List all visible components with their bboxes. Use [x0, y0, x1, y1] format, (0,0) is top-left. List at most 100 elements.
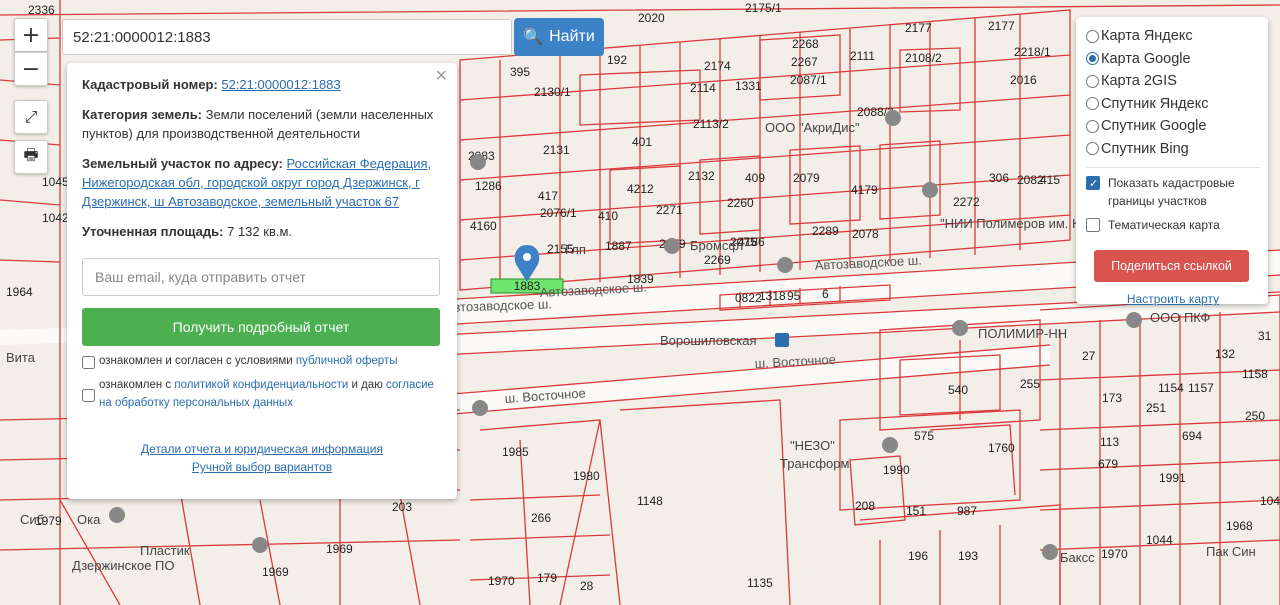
search-button[interactable]: 🔍 Найти	[514, 18, 604, 56]
report-details-link[interactable]: Детали отчета и юридическая информация	[82, 440, 442, 458]
plot-number: 2076/1	[540, 206, 577, 220]
plot-number: 1887	[605, 239, 632, 253]
layer-radio[interactable]	[1086, 97, 1099, 111]
divider	[1086, 167, 1260, 168]
plot-number: 1760	[988, 441, 1015, 455]
thematic-map-label: Тематическая карта	[1108, 218, 1220, 232]
plot-number: 27	[1082, 349, 1096, 363]
plot-number: 192	[607, 53, 627, 67]
area-value: 7 132 кв.м.	[227, 224, 293, 239]
plot-number: 1286	[475, 179, 502, 193]
plot-number: 95	[787, 289, 801, 303]
poi-label: Сиб	[20, 512, 44, 527]
fullscreen-icon[interactable]: ⤢	[14, 100, 48, 134]
poi-label: Дзержинское ПО	[72, 558, 175, 573]
layer-radio[interactable]	[1086, 119, 1099, 133]
poi-label: Пак Син	[1206, 544, 1256, 559]
search-box	[62, 19, 512, 55]
zoom-in-button[interactable]: +	[14, 18, 48, 52]
get-report-button[interactable]: Получить подробный отчет	[82, 308, 440, 346]
show-boundaries-option[interactable]: Показать кадастровые границы участков	[1086, 174, 1260, 210]
poi-label: Трансформ	[780, 456, 850, 471]
plot-number: 1148	[637, 494, 663, 508]
layer-option[interactable]: Карта Google	[1086, 48, 1260, 71]
plot-number: 193	[958, 549, 978, 563]
privacy-consent: ознакомлен с политикой конфиденциальност…	[82, 376, 442, 412]
plot-number: 250	[1245, 409, 1265, 423]
plot-number: 2267	[791, 55, 818, 69]
offer-consent: ознакомлен и согласен с условиями публич…	[82, 352, 442, 370]
plot-number: 2132	[688, 169, 715, 183]
plot-number: 694	[1182, 429, 1202, 443]
plot-number: 4179	[851, 183, 878, 197]
plot-number: 1968	[1226, 519, 1253, 533]
layer-option-label: Спутник Google	[1101, 118, 1207, 135]
print-icon[interactable]: 🖶	[14, 140, 48, 174]
panel-links: Детали отчета и юридическая информация Р…	[82, 440, 442, 476]
plot-number: 2269	[704, 253, 731, 267]
map-layers-panel: Карта Яндекс Карта Google Карта 2GIS Спутни…	[1076, 17, 1268, 306]
public-offer-link[interactable]: публичной оферты	[296, 355, 398, 367]
search-button-label: Найти	[549, 28, 595, 45]
configure-map-link[interactable]: Настроить карту	[1086, 292, 1260, 306]
plot-number: 2174	[704, 59, 731, 73]
close-icon[interactable]: ×	[435, 66, 447, 86]
manual-selection-link[interactable]: Ручной выбор вариантов	[82, 458, 442, 476]
thematic-map-option[interactable]: Тематическая карта	[1086, 216, 1260, 234]
layer-option[interactable]: Спутник Google	[1086, 115, 1260, 138]
land-category-row: Категория земель: Земли поселений (земли…	[82, 105, 442, 143]
privacy-consent-checkbox[interactable]	[82, 379, 95, 412]
plot-number: 179	[537, 571, 557, 585]
plot-number: 2020	[638, 11, 665, 25]
plot-number: 2272	[953, 195, 980, 209]
plot-number: 395	[510, 65, 530, 79]
plot-info-panel: × Кадастровый номер: 52:21:0000012:1883 …	[67, 63, 457, 499]
cadastral-number-row: Кадастровый номер: 52:21:0000012:1883	[82, 75, 442, 94]
layer-radio[interactable]	[1086, 52, 1099, 66]
layer-option[interactable]: Спутник Bing	[1086, 138, 1260, 161]
plot-number: 2289	[812, 224, 839, 238]
show-boundaries-checkbox[interactable]	[1086, 175, 1100, 193]
plot-number: 2218/1	[1014, 45, 1051, 59]
cadastral-number-link[interactable]: 52:21:0000012:1883	[221, 77, 340, 92]
plot-number: 0822	[735, 291, 762, 305]
plot-number: 401	[632, 135, 652, 149]
plot-number: 203	[392, 500, 412, 514]
plot-number: 2078	[852, 227, 879, 241]
address-row: Земельный участок по адресу: Российская …	[82, 154, 442, 211]
plot-number: 540	[948, 383, 968, 397]
poi-label: Баксс	[1060, 550, 1095, 565]
show-boundaries-label: Показать кадастровые границы участков	[1108, 176, 1235, 208]
email-field[interactable]	[82, 258, 440, 296]
plot-number: 2079	[793, 171, 820, 185]
plot-number: 417	[538, 189, 558, 203]
base-layer-options: Карта Яндекс Карта Google Карта 2GIS Спутни…	[1086, 25, 1260, 160]
plot-number: 1135	[747, 576, 773, 590]
plot-number: 2336	[28, 3, 55, 17]
plot-number: 1045	[42, 175, 69, 189]
privacy-policy-link[interactable]: политикой конфиденциальности	[174, 379, 348, 391]
layer-option[interactable]: Карта Яндекс	[1086, 25, 1260, 48]
poi-label: Пластик	[140, 543, 190, 558]
plot-number: 679	[1098, 457, 1118, 471]
layer-radio[interactable]	[1086, 74, 1099, 88]
layer-option-label: Спутник Яндекс	[1101, 95, 1209, 112]
cadastral-number-key: Кадастровый номер:	[82, 77, 218, 92]
plot-number: 1991	[1159, 471, 1186, 485]
plot-number: 1044	[1146, 533, 1173, 547]
thematic-map-checkbox[interactable]	[1086, 218, 1100, 232]
layer-option[interactable]: Карта 2GIS	[1086, 70, 1260, 93]
plot-number: 251	[1146, 401, 1166, 415]
offer-consent-checkbox[interactable]	[82, 355, 95, 370]
layer-radio[interactable]	[1086, 142, 1099, 156]
layer-option[interactable]: Спутник Яндекс	[1086, 93, 1260, 116]
share-link-button[interactable]: Поделиться ссылкой	[1094, 250, 1249, 282]
search-input[interactable]	[63, 20, 511, 54]
plot-number: 2131	[543, 143, 570, 157]
plot-number: 2114	[690, 81, 716, 95]
plot-number: 2260	[727, 196, 754, 210]
plot-number: 2177	[905, 21, 932, 35]
plot-number: 9	[0, 0, 7, 3]
layer-radio[interactable]	[1086, 29, 1099, 43]
zoom-out-button[interactable]: −	[14, 52, 48, 86]
